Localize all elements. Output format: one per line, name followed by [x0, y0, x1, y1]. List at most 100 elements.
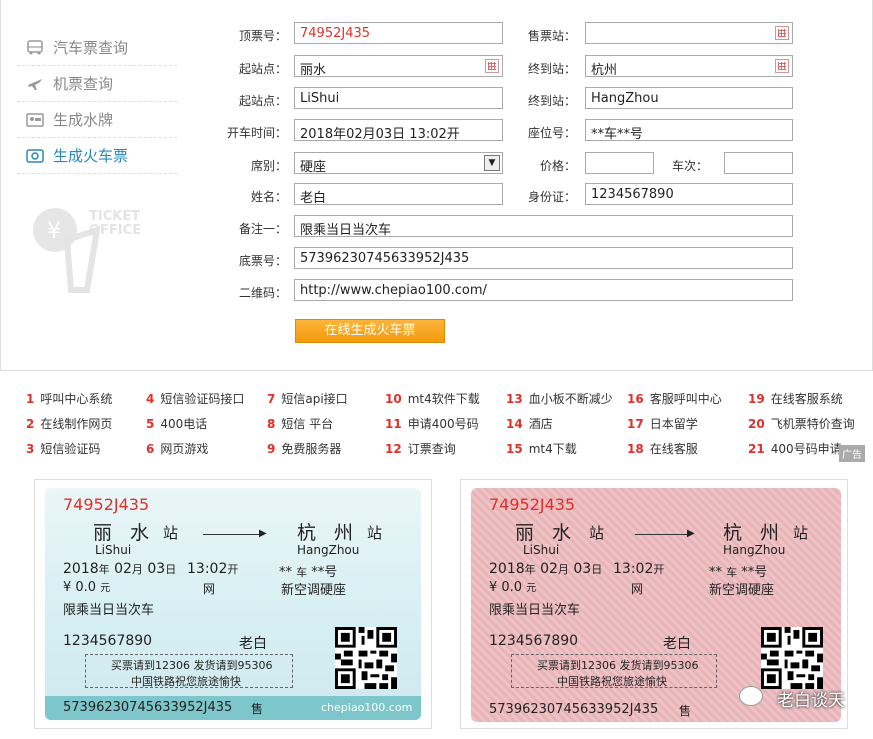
- sidebar-item-plane[interactable]: 机票查询: [17, 66, 177, 102]
- link-label: 客服呼叫中心: [649, 392, 722, 406]
- link-item[interactable]: 6 网页游戏: [146, 440, 208, 457]
- sale-station-label: 售票站：: [527, 29, 576, 43]
- seat-type-value: 硬座: [300, 160, 327, 175]
- link-item[interactable]: 1 呼叫中心系统: [26, 390, 112, 407]
- link-item[interactable]: 2 在线制作网页: [26, 415, 112, 432]
- ticket-to: 杭 州: [297, 522, 360, 544]
- sale-station-input[interactable]: [585, 22, 793, 44]
- note-label: 备注一：: [238, 222, 287, 236]
- ticket-name: 老白: [663, 636, 691, 652]
- picker-icon[interactable]: [775, 26, 789, 40]
- ticket-from: 丽 水: [93, 522, 156, 544]
- seat-car-unit: 车: [296, 566, 308, 579]
- link-number: 7: [267, 392, 276, 406]
- link-item[interactable]: 9 免费服务器: [267, 440, 341, 457]
- link-label: 在线制作网页: [40, 417, 113, 431]
- ticket-time: 13:02开: [613, 561, 664, 577]
- month-unit: 月: [131, 563, 143, 576]
- link-item[interactable]: 21 400号码申请: [748, 440, 842, 457]
- seat-no-input[interactable]: **车**号: [585, 119, 793, 142]
- sidebar-item-bus[interactable]: 汽车票查询: [17, 30, 177, 66]
- day: 03: [147, 561, 166, 577]
- from-input[interactable]: 丽水: [294, 55, 503, 78]
- ticket-preview-blue: 74952J435 丽 水 站 LiShui ▶ 杭 州 站 HangZhou …: [45, 488, 421, 720]
- year: 2018: [63, 561, 99, 577]
- from-label: 起站点：: [238, 62, 287, 76]
- year: 2018: [489, 561, 525, 577]
- seat-car: **: [279, 565, 292, 580]
- ticket-name: 老白: [239, 636, 267, 652]
- link-label: 血小板不断减少: [528, 392, 613, 406]
- ticket-note: 限乘当日当次车: [63, 603, 155, 618]
- wechat-icon: [739, 686, 763, 706]
- link-label: 在线客服系统: [770, 392, 843, 406]
- link-item[interactable]: 8 短信 平台: [267, 415, 333, 432]
- sidebar-item-label: 生成火车票: [53, 147, 129, 165]
- price-unit: 元: [100, 583, 111, 594]
- time: 13:02: [613, 561, 654, 577]
- link-item[interactable]: 17 日本留学: [627, 415, 698, 432]
- link-item[interactable]: 14 酒店: [506, 415, 553, 432]
- name-input[interactable]: 老白: [294, 183, 503, 206]
- note-input[interactable]: 限乘当日当次车: [294, 215, 793, 238]
- ticket-to: 杭 州: [723, 522, 786, 544]
- link-item[interactable]: 5 400电话: [146, 415, 207, 432]
- arrow-head-icon: ▶: [687, 528, 695, 539]
- ticket-station-1: 站: [163, 524, 179, 542]
- depart-time-input[interactable]: 2018年02月03日 13:02开: [294, 119, 503, 142]
- train-input[interactable]: [724, 152, 793, 174]
- id-input[interactable]: 1234567890: [585, 183, 793, 205]
- chevron-down-icon[interactable]: ▼: [484, 155, 500, 171]
- time-unit: 开: [653, 563, 665, 576]
- link-label: 免费服务器: [281, 442, 342, 456]
- sidebar-item-train-ticket[interactable]: 生成火车票: [17, 138, 177, 174]
- to-en-label: 终到站：: [527, 94, 576, 108]
- day: 03: [573, 561, 592, 577]
- ticket-year: 2018年 02月 03日: [489, 561, 602, 577]
- link-number: 4: [146, 392, 155, 406]
- year-unit: 年: [524, 563, 536, 576]
- link-item[interactable]: 15 mt4下载: [506, 440, 577, 457]
- link-label: 申请400号码: [407, 417, 479, 431]
- time: 13:02: [187, 561, 228, 577]
- link-item[interactable]: 16 客服呼叫中心: [627, 390, 722, 407]
- bottom-no-input[interactable]: 57396230745633952J435: [294, 247, 793, 269]
- qr-input[interactable]: http://www.chepiao100.com/: [294, 279, 793, 301]
- link-item[interactable]: 20 飞机票特价查询: [748, 415, 855, 432]
- link-item[interactable]: 13 血小板不断减少: [506, 390, 613, 407]
- link-item[interactable]: 10 mt4软件下载: [385, 390, 480, 407]
- qr-label: 二维码：: [238, 286, 287, 300]
- seat-type-select[interactable]: 硬座 ▼: [294, 152, 503, 175]
- price: ¥ 0.0: [489, 580, 523, 595]
- ticket-station-1: 站: [589, 524, 605, 542]
- link-item[interactable]: 19 在线客服系统: [748, 390, 843, 407]
- link-item[interactable]: 7 短信api接口: [267, 390, 348, 407]
- picker-icon[interactable]: [485, 59, 499, 73]
- qr-code-icon: [335, 627, 397, 689]
- link-item[interactable]: 11 申请400号码: [385, 415, 479, 432]
- link-item[interactable]: 12 订票查询: [385, 440, 456, 457]
- from-en-input[interactable]: LiShui: [294, 87, 503, 109]
- sign-icon: [25, 112, 45, 128]
- sidebar-item-sign[interactable]: 生成水牌: [17, 102, 177, 138]
- link-item[interactable]: 3 短信验证码: [26, 440, 100, 457]
- qr-code: [335, 627, 397, 689]
- link-item[interactable]: 18 在线客服: [627, 440, 698, 457]
- sidebar-item-label: 生成水牌: [53, 111, 114, 129]
- to-en-input[interactable]: HangZhou: [585, 87, 793, 109]
- link-item[interactable]: 4 短信验证码接口: [146, 390, 244, 407]
- id-label: 身份证：: [527, 190, 576, 204]
- generate-ticket-button[interactable]: 在线生成火车票: [295, 319, 445, 343]
- to-input[interactable]: 杭州: [585, 55, 793, 78]
- ticket-year: 2018年 02月 03日: [63, 561, 176, 577]
- bottom-no-label: 底票号：: [238, 254, 287, 268]
- ticket-seat: ** 车 **号: [279, 561, 337, 580]
- link-number: 17: [627, 417, 644, 431]
- ticket-no-input[interactable]: 74952J435: [294, 22, 503, 44]
- link-number: 21: [748, 442, 765, 456]
- seat-no-label: 座位号：: [527, 126, 576, 140]
- price-label: 价格：: [539, 159, 576, 173]
- picker-icon[interactable]: [775, 59, 789, 73]
- link-label: mt4软件下载: [407, 392, 480, 406]
- arrow-head-icon: ▶: [259, 528, 267, 539]
